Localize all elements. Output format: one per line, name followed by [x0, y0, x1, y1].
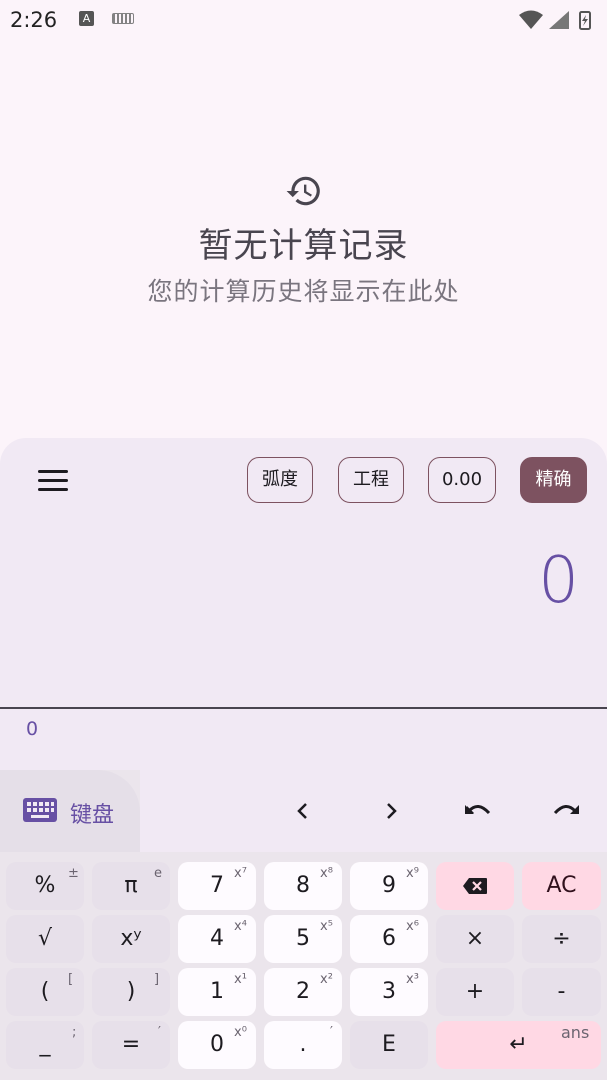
- expression-preview[interactable]: 0: [26, 718, 38, 740]
- keyboard-notification-icon: [112, 13, 134, 24]
- clear-all-button[interactable]: AC: [522, 862, 601, 910]
- ans-label: ans: [561, 1023, 590, 1042]
- notation-mode-chip[interactable]: 工程: [338, 457, 404, 503]
- notification-a-icon: A: [79, 11, 94, 26]
- wifi-icon: [519, 10, 543, 29]
- key-divide[interactable]: ÷: [522, 915, 601, 963]
- display-divider: [0, 707, 607, 709]
- backspace-icon: [463, 878, 487, 894]
- history-empty-subtitle: 您的计算历史将显示在此处: [147, 277, 460, 306]
- menu-button[interactable]: [36, 468, 70, 494]
- keyboard-tab-label[interactable]: 键盘: [70, 797, 114, 829]
- key-underscore[interactable]: _;: [6, 1021, 84, 1069]
- undo-icon[interactable]: [462, 796, 494, 826]
- key-decimal[interactable]: . ′: [264, 1021, 342, 1069]
- key-pi[interactable]: πe: [92, 862, 170, 910]
- key-0[interactable]: 0 x⁰: [178, 1021, 256, 1069]
- result-display: 0: [538, 544, 579, 618]
- status-icons: [519, 10, 591, 30]
- key-multiply[interactable]: ×: [436, 915, 514, 963]
- enter-button[interactable]: ↵ ans: [436, 1021, 601, 1069]
- precision-chip[interactable]: 0.00: [428, 457, 496, 503]
- history-icon: [0, 172, 607, 212]
- key-3[interactable]: 3 x³: [350, 968, 428, 1016]
- angle-mode-chip[interactable]: 弧度: [247, 457, 313, 503]
- redo-icon[interactable]: [550, 796, 582, 826]
- signal-icon: [549, 11, 569, 29]
- status-bar: 2:26 A: [0, 0, 607, 40]
- key-plus[interactable]: +: [436, 968, 514, 1016]
- history-empty-title: 暂无计算记录: [198, 226, 409, 266]
- key-equals[interactable]: = ′: [92, 1021, 170, 1069]
- key-percent[interactable]: % ±: [6, 862, 84, 910]
- cursor-left-icon[interactable]: [287, 796, 319, 826]
- key-exponent[interactable]: E: [350, 1021, 428, 1069]
- backspace-button[interactable]: [436, 862, 514, 910]
- status-time: 2:26: [10, 8, 58, 32]
- keyboard-icon[interactable]: [23, 798, 57, 824]
- exact-mode-chip[interactable]: 精确: [520, 457, 587, 503]
- cursor-right-icon[interactable]: [375, 796, 407, 826]
